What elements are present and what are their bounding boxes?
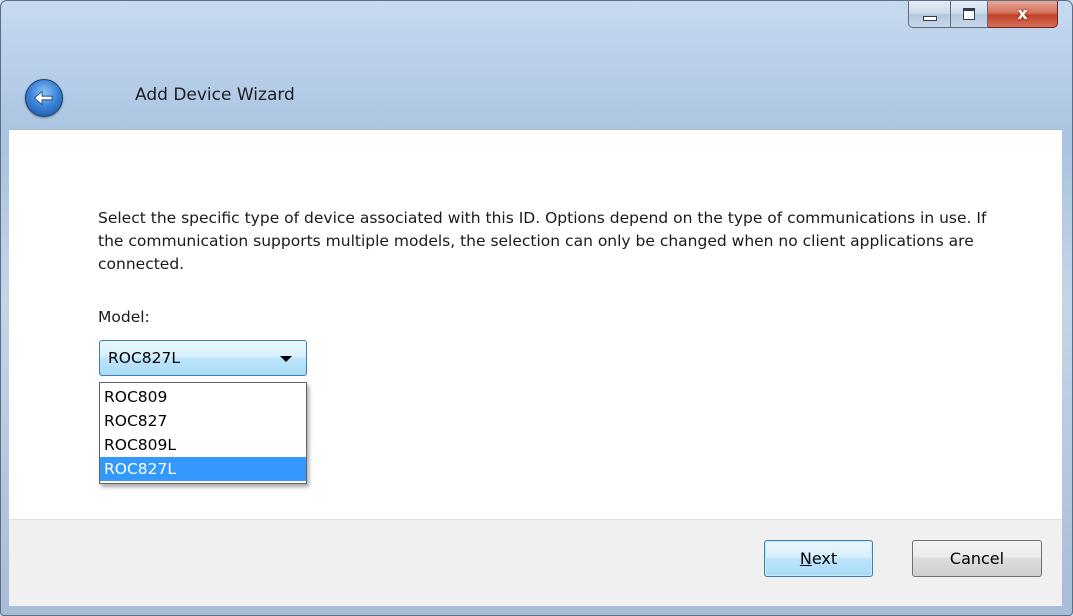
model-label: Model:	[98, 308, 150, 326]
model-dropdown-value: ROC827L	[108, 349, 181, 367]
description-text: Select the specific type of device assoc…	[98, 209, 987, 273]
minimize-icon	[922, 16, 937, 21]
minimize-button[interactable]	[908, 1, 950, 28]
model-dropdown-list: ROC809 ROC827 ROC809L ROC827L	[99, 382, 307, 484]
wizard-footer: Next Cancel	[9, 519, 1062, 606]
model-option-roc827l[interactable]: ROC827L	[100, 457, 306, 481]
caption-buttons: x	[908, 1, 1058, 29]
wizard-content: Select the specific type of device assoc…	[9, 129, 1062, 519]
title-bar[interactable]: x	[1, 1, 1072, 41]
model-option-roc827[interactable]: ROC827	[100, 409, 306, 433]
close-button[interactable]: x	[988, 1, 1058, 28]
next-button-label: ext	[811, 549, 838, 568]
next-button-mnemonic: N	[799, 549, 812, 568]
back-button[interactable]	[25, 79, 63, 117]
chevron-down-icon	[280, 356, 292, 362]
wizard-window: x Add Device Wizard Select the specific …	[0, 0, 1073, 616]
back-arrow-icon	[33, 90, 53, 106]
model-option-roc809[interactable]: ROC809	[100, 385, 306, 409]
cancel-button[interactable]: Cancel	[912, 540, 1042, 577]
model-dropdown[interactable]: ROC827L	[99, 340, 307, 376]
model-option-roc809l[interactable]: ROC809L	[100, 433, 306, 457]
next-button[interactable]: Next	[764, 540, 873, 577]
close-icon: x	[1017, 4, 1028, 23]
maximize-button[interactable]	[950, 1, 988, 28]
maximize-icon	[963, 8, 975, 20]
wizard-title: Add Device Wizard	[135, 85, 295, 105]
